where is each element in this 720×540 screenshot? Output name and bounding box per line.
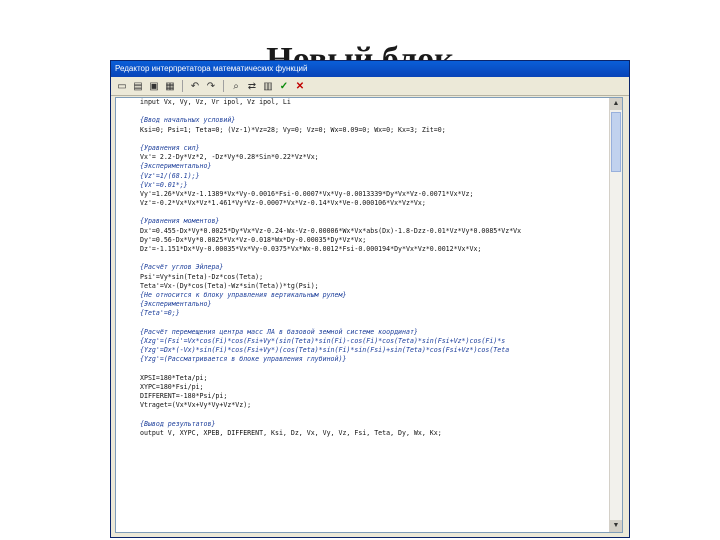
scroll-up-button[interactable]: ▲ bbox=[610, 98, 622, 110]
code-line: Vx'= 2.2-Dy*Vz*2, -Dz*Vy*0.28*Sin*0.22*V… bbox=[140, 153, 319, 162]
code-comment-line: {Экспериментально} bbox=[140, 300, 212, 309]
check-icon[interactable]: ✓ bbox=[277, 79, 291, 93]
code-comment-line: {Xzg'=(Fsi'=Vx*cos(Fi)*cos(Fsi+Vy*(sin(T… bbox=[140, 336, 506, 345]
vertical-scrollbar[interactable]: ▲ ▼ bbox=[609, 98, 622, 532]
code-comment-line: {Не относится к блоку управления вертика… bbox=[140, 290, 347, 299]
code-line: XYPC=180*Fsi/pi; bbox=[140, 382, 204, 391]
code-line: Dx'=0.455-Dx*Vy*0.0025*Dy*Vx*Vz-0.24-Wx-… bbox=[140, 226, 522, 235]
redo-icon[interactable]: ↷ bbox=[204, 79, 218, 93]
code-comment-line: {Ввод начальных условий} bbox=[140, 116, 236, 125]
code-line: input Vx, Vy, Vz, Vr ipol, Vz ipol, Li bbox=[140, 98, 291, 106]
replace-icon[interactable]: ⇄ bbox=[245, 79, 259, 93]
code-comment-line: {Вывод результатов} bbox=[140, 419, 216, 428]
close-icon[interactable]: ✕ bbox=[293, 79, 307, 93]
save-file-icon[interactable]: ▣ bbox=[147, 79, 161, 93]
scroll-down-button[interactable]: ▼ bbox=[610, 520, 622, 532]
code-comment-line: {Уравнения моментов} bbox=[140, 217, 220, 226]
window-titlebar: Редактор интерпретатора математических ф… bbox=[111, 61, 629, 77]
code-comment-line: {Vz'=1/(68.1);} bbox=[140, 171, 200, 180]
code-line: Psi'=Vy*sin(Teta)-Dz*cos(Teta); bbox=[140, 272, 264, 281]
code-line: Ksi=0; Psi=1; Teta=0; (Vz-1)*Vz=28; Vy=0… bbox=[140, 125, 446, 134]
code-comment-line: {Yzg'=(Рассматривается в блоке управлени… bbox=[140, 355, 347, 364]
run-icon[interactable]: ▥ bbox=[261, 79, 275, 93]
code-comment-line: {Yzg'=Dx*(-Vx)*sin(Fi)*cos(Fsi+Vy*)(cos(… bbox=[140, 346, 510, 355]
open-file-icon[interactable]: ▤ bbox=[131, 79, 145, 93]
code-line: DIFFERENT=-180*Psi/pi; bbox=[140, 392, 228, 400]
code-line: Vtraget=(Vx*Vx+Vy*Vy+Vz*Vz); bbox=[140, 401, 252, 410]
code-comment-line: {Уравнения сил} bbox=[140, 143, 200, 152]
new-file-icon[interactable]: ▭ bbox=[115, 79, 129, 93]
toolbar: ▭ ▤ ▣ ▦ ↶ ↷ ⌕ ⇄ ▥ ✓ ✕ bbox=[111, 77, 629, 96]
code-comment-line: {Расчёт перемещения центра масс ЛА в баз… bbox=[140, 327, 418, 336]
code-line: output V, XYPC, XPEB, DIFFERENT, Ksi, Dz… bbox=[140, 428, 442, 437]
undo-icon[interactable]: ↶ bbox=[188, 79, 202, 93]
code-line: Vy'=1.26*Vx*Vz-1.1389*Vx*Vy-0.0016*Fsi-0… bbox=[140, 189, 474, 198]
find-icon[interactable]: ⌕ bbox=[229, 79, 243, 93]
editor-window: Редактор интерпретатора математических ф… bbox=[110, 60, 630, 538]
code-line: XPSI=180*Teta/pi; bbox=[140, 373, 208, 382]
code-comment-line: {Расчёт углов Эйлера} bbox=[140, 263, 224, 272]
code-area[interactable]: input Vx, Vy, Vz, Vr ipol, Vz ipol, Li {В… bbox=[116, 98, 610, 532]
code-line: Vz'=-0.2*Vx*Vx*Vz*1.461*Vy*Vz-0.0007*Vx*… bbox=[140, 199, 426, 208]
code-editor[interactable]: input Vx, Vy, Vz, Vr ipol, Vz ipol, Li {В… bbox=[115, 97, 623, 533]
code-comment-line: {Teta'=0;} bbox=[140, 309, 180, 318]
code-line: Teta'=Vx-(Dy*cos(Teta)-Wz*sin(Teta))*tg(… bbox=[140, 281, 319, 290]
code-comment-line: {Экспериментально} bbox=[140, 162, 212, 171]
code-comment-line: {Vx'=0.01*;} bbox=[140, 180, 188, 189]
toolbar-separator bbox=[182, 80, 183, 92]
toolbar-separator bbox=[223, 80, 224, 92]
print-icon[interactable]: ▦ bbox=[163, 79, 177, 93]
code-line: Dz'=-1.151*Dx*Vy-0.00035*Vx*Vy-0.0375*Vx… bbox=[140, 245, 482, 253]
scroll-thumb[interactable] bbox=[611, 112, 621, 172]
code-line: Dy'=0.56-Dx*Vy*0.0025*Vx*Vz-0.018*Wx*Dy-… bbox=[140, 235, 367, 244]
